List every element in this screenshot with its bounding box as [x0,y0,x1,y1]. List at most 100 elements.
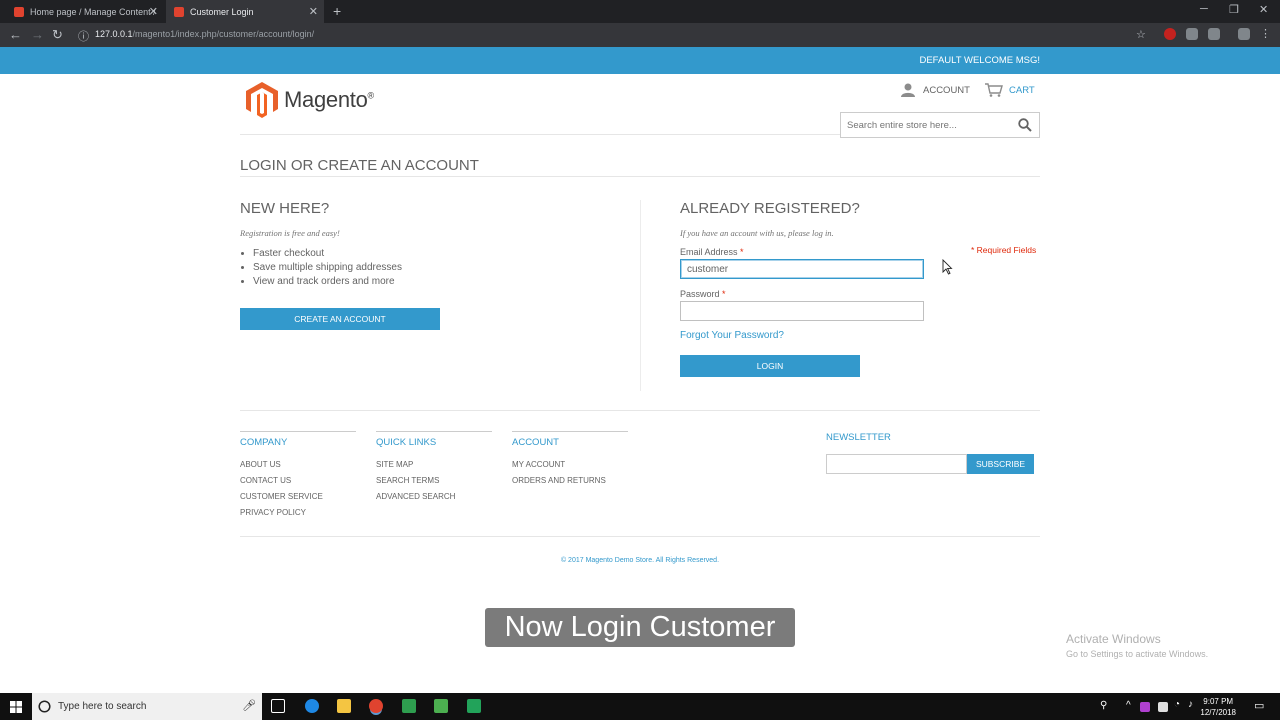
cart-icon [985,83,1003,97]
close-tab-icon[interactable]: ✕ [309,5,318,18]
registered-heading: ALREADY REGISTERED? [680,200,860,217]
chrome-icon[interactable] [369,699,383,713]
people-icon[interactable]: ⚲ [1100,700,1107,711]
info-icon[interactable]: ⓘ [78,28,89,44]
footer-link-privacy-policy[interactable]: PRIVACY POLICY [240,505,356,521]
new-customer-heading: NEW HERE? [240,200,330,217]
speaker-icon[interactable]: ♪ [1188,699,1193,710]
registered-subtitle: If you have an account with us, please l… [680,228,834,238]
cart-link[interactable]: CART [985,83,1035,97]
back-icon[interactable]: ← [9,27,22,42]
account-label: ACCOUNT [923,84,970,96]
url-path: /magento1/index.php/customer/account/log… [132,29,315,39]
url-text[interactable]: 127.0.0.1/magento1/index.php/customer/ac… [95,29,314,39]
close-tab-icon[interactable]: ✕ [149,5,158,18]
required-asterisk: * [722,289,726,299]
menu-icon[interactable]: ⋮ [1260,27,1271,40]
tab-title: Customer Login [190,6,254,17]
newsletter-email-input[interactable] [826,454,967,474]
chevron-up-icon[interactable]: ^ [1126,700,1131,711]
create-account-button[interactable]: CREATE AN ACCOUNT [240,308,440,330]
close-window-icon[interactable]: ✕ [1259,3,1268,16]
windows-start-icon[interactable] [10,701,22,713]
footer-column-title: ACCOUNT [512,437,559,448]
footer-link-my-account[interactable]: MY ACCOUNT [512,457,628,473]
email-label: Email Address * [680,247,744,257]
action-center-icon[interactable]: ▭ [1254,699,1264,712]
cortana-icon [38,700,51,713]
notepad-plus-icon[interactable] [434,699,448,713]
task-view-icon[interactable] [271,699,285,713]
forgot-password-link[interactable]: Forgot Your Password? [680,330,784,341]
magento-favicon-icon [174,6,184,17]
login-button[interactable]: LOGIN [680,355,860,377]
search-icon[interactable] [1018,118,1032,132]
video-caption: Now Login Customer [485,608,795,647]
store-search [840,112,1040,138]
list-item: Faster checkout [253,247,402,261]
edge-browser-icon[interactable] [305,699,319,713]
footer-link-orders-and-returns[interactable]: ORDERS AND RETURNS [512,473,628,489]
footer-link-contact-us[interactable]: CONTACT US [240,473,356,489]
taskbar-clock[interactable]: 9:07 PM 12/7/2018 [1200,696,1236,718]
welcome-message: DEFAULT WELCOME MSG! [919,55,1040,66]
password-label-text: Password [680,289,720,299]
taskbar-search[interactable]: Type here to search 🎤︎ [32,693,262,720]
list-item: View and track orders and more [253,275,402,289]
reload-icon[interactable]: ↻ [52,27,63,43]
title-divider [240,176,1040,177]
required-asterisk: * [740,247,744,257]
store-logo[interactable]: Magento® [246,82,374,118]
footer-link-advanced-search[interactable]: ADVANCED SEARCH [376,489,492,505]
footer-divider [240,410,1040,411]
page-title: LOGIN OR CREATE AN ACCOUNT [240,157,479,174]
camtasia-icon[interactable] [402,699,416,713]
password-label: Password * [680,289,726,299]
camtasia-recorder-icon[interactable] [467,699,481,713]
user-icon [901,83,915,97]
header-divider [240,134,840,135]
clock-time: 9:07 PM [1203,697,1234,706]
file-explorer-icon[interactable] [337,699,351,713]
email-field[interactable] [680,259,924,279]
footer-link-site-map[interactable]: SITE MAP [376,457,492,473]
footer-column-title: QUICK LINKS [376,437,437,448]
clock-date: 12/7/2018 [1200,708,1236,717]
taskbar-search-text: Type here to search [58,701,147,712]
restore-icon[interactable]: ❐ [1229,3,1239,16]
logo-word: Magento [284,87,368,112]
column-separator [640,200,641,391]
footer-link-customer-service[interactable]: CUSTOMER SERVICE [240,489,356,505]
wifi-icon[interactable]: ◔ [1174,699,1180,710]
bookmark-star-icon[interactable]: ☆ [1136,28,1146,41]
minimize-icon[interactable]: ─ [1200,3,1208,15]
footer-link-about-us[interactable]: ABOUT US [240,457,356,473]
subscribe-button[interactable]: SUBSCRIBE [967,454,1034,474]
account-link[interactable]: ACCOUNT [900,83,970,97]
benefits-list: Faster checkout Save multiple shipping a… [253,247,402,289]
tab-customer-login[interactable]: Customer Login ✕ [166,0,324,23]
list-item: Save multiple shipping addresses [253,261,402,275]
new-tab-icon[interactable]: + [333,3,341,19]
tray-app-icon[interactable] [1158,702,1168,712]
cart-label: CART [1009,84,1035,96]
microphone-icon[interactable]: 🎤︎ [242,699,256,712]
address-bar: ← → ↻ ⓘ 127.0.0.1/magento1/index.php/cus… [0,23,1280,47]
magento-favicon-icon [14,6,24,17]
extension-icon[interactable] [1186,28,1198,40]
password-field[interactable] [680,301,924,321]
search-input[interactable] [841,113,1011,137]
required-fields-note: * Required Fields [971,245,1037,255]
activate-windows-watermark: Activate Windows Go to Settings to activ… [1066,632,1208,659]
tab-home-page[interactable]: Home page / Manage Content / ✕ [6,0,164,23]
tray-app-icon[interactable] [1140,702,1150,712]
new-customer-subtitle: Registration is free and easy! [240,228,340,238]
logo-text: Magento® [284,87,374,113]
footer-account: ACCOUNT MY ACCOUNT ORDERS AND RETURNS [512,431,628,489]
extension-icon[interactable] [1164,28,1176,40]
windows-taskbar: Type here to search 🎤︎ ⚲ ^ ◔ ♪ 9:07 PM 1… [0,693,1280,720]
camera-extension-icon[interactable] [1208,28,1220,40]
extension-icon[interactable] [1238,28,1250,40]
forward-icon[interactable]: → [31,27,44,42]
footer-link-search-terms[interactable]: SEARCH TERMS [376,473,492,489]
